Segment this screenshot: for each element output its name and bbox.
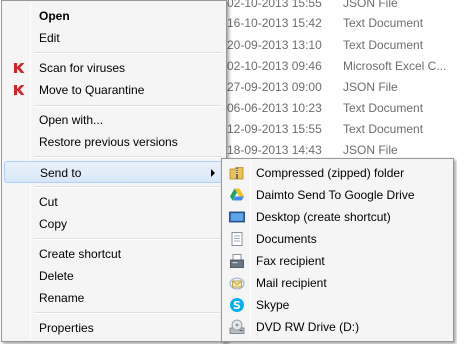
menu-item-label: Properties — [39, 321, 94, 335]
menu-item-label: Rename — [39, 291, 85, 305]
menu-item-label: Copy — [39, 217, 68, 231]
fax-icon — [230, 254, 244, 268]
send-to-documents[interactable]: Documents — [224, 228, 451, 250]
file-type: JSON File — [343, 80, 398, 94]
menu-item-properties[interactable]: Properties — [4, 317, 224, 339]
file-type: Text Document — [343, 122, 424, 136]
menu-item-open[interactable]: Open — [4, 5, 224, 27]
menu-item-rename[interactable]: Rename — [4, 287, 224, 309]
menu-item-open-with[interactable]: Open with... — [4, 109, 224, 131]
file-date: 27-09-2013 09:00 — [227, 80, 322, 94]
menu-item-label: Scan for viruses — [39, 61, 126, 75]
file-type: JSON File — [343, 0, 398, 10]
documents-icon — [231, 232, 243, 246]
menu-item-label: Open with... — [39, 113, 104, 127]
file-date: 18-09-2013 14:43 — [227, 143, 322, 157]
menu-item-copy[interactable]: Copy — [4, 213, 224, 235]
svg-text:S: S — [233, 299, 241, 312]
send-to-mail[interactable]: Mail recipient — [224, 272, 451, 294]
send-to-skype[interactable]: S Skype — [224, 294, 451, 316]
send-to-fax[interactable]: Fax recipient — [224, 250, 451, 272]
submenu-item-label: DVD RW Drive (D:) — [256, 320, 360, 334]
google-drive-icon — [230, 188, 244, 201]
menu-separator — [34, 105, 222, 107]
menu-separator — [34, 52, 222, 54]
send-to-dvd-drive[interactable]: DVD RW Drive (D:) — [224, 316, 451, 338]
context-menu: Open Edit Scan for viruses Move to Quara… — [1, 0, 227, 342]
menu-separator — [34, 186, 222, 188]
menu-separator — [34, 156, 222, 158]
file-type: Text Document — [343, 38, 424, 52]
submenu-item-label: Fax recipient — [256, 254, 325, 268]
menu-separator — [34, 312, 222, 314]
menu-item-label: Cut — [39, 195, 58, 209]
file-type: Microsoft Excel C... — [343, 59, 447, 73]
menu-item-cut[interactable]: Cut — [4, 191, 224, 213]
file-date: 12-09-2013 15:55 — [227, 122, 322, 136]
file-type: Text Document — [343, 101, 424, 115]
menu-item-label: Move to Quarantine — [39, 83, 145, 97]
menu-item-label: Delete — [39, 269, 74, 283]
file-date: 16-10-2013 15:42 — [227, 16, 322, 30]
menu-item-move-quarantine[interactable]: Move to Quarantine — [4, 79, 224, 101]
submenu-item-label: Skype — [256, 298, 290, 312]
submenu-item-label: Desktop (create shortcut) — [256, 210, 391, 224]
send-to-desktop[interactable]: Desktop (create shortcut) — [224, 206, 451, 228]
menu-item-label: Restore previous versions — [39, 135, 178, 149]
file-type: Text Document — [343, 16, 424, 30]
file-date: 06-06-2013 10:23 — [227, 101, 322, 115]
menu-item-label: Open — [39, 9, 70, 23]
send-to-compressed-folder[interactable]: Compressed (zipped) folder — [224, 162, 451, 184]
menu-item-label: Send to — [40, 166, 82, 180]
menu-item-scan-viruses[interactable]: Scan for viruses — [4, 57, 224, 79]
zip-folder-icon — [229, 167, 244, 180]
menu-item-label: Edit — [39, 31, 60, 45]
menu-item-create-shortcut[interactable]: Create shortcut — [4, 243, 224, 265]
skype-icon: S — [230, 298, 244, 312]
menu-item-label: Create shortcut — [39, 247, 122, 261]
menu-item-delete[interactable]: Delete — [4, 265, 224, 287]
menu-item-send-to[interactable]: Send to — [4, 161, 224, 183]
kaspersky-icon — [14, 63, 25, 73]
file-date: 02-10-2013 09:46 — [227, 59, 322, 73]
send-to-submenu: Compressed (zipped) folder Daimto Send T… — [221, 158, 454, 342]
desktop-icon — [229, 211, 245, 223]
submenu-item-label: Daimto Send To Google Drive — [256, 188, 415, 202]
submenu-item-label: Documents — [256, 232, 317, 246]
submenu-item-label: Mail recipient — [256, 276, 327, 290]
submenu-arrow-icon — [211, 169, 215, 177]
file-date: 20-09-2013 13:10 — [227, 38, 322, 52]
mail-icon — [229, 277, 245, 290]
menu-item-edit[interactable]: Edit — [4, 27, 224, 49]
file-date: 02-10-2013 15:55 — [227, 0, 322, 10]
dvd-drive-icon — [229, 319, 245, 334]
menu-separator — [34, 238, 222, 240]
menu-item-restore-versions[interactable]: Restore previous versions — [4, 131, 224, 153]
submenu-item-label: Compressed (zipped) folder — [256, 166, 405, 180]
file-type: JSON File — [343, 143, 398, 157]
send-to-google-drive[interactable]: Daimto Send To Google Drive — [224, 184, 451, 206]
kaspersky-icon — [14, 85, 25, 95]
